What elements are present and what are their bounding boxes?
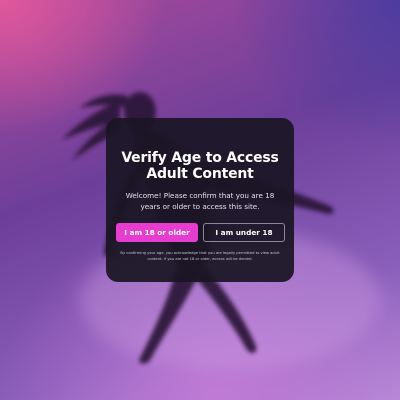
modal-title: Verify Age to Access Adult Content: [121, 150, 279, 182]
confirm-age-button[interactable]: I am 18 or older: [116, 223, 198, 242]
legal-disclaimer: By confirming your age, you acknowledge …: [120, 251, 280, 261]
modal-subtitle: Welcome! Please confirm that you are 18 …: [125, 191, 275, 211]
age-verification-modal: Verify Age to Access Adult Content Welco…: [106, 118, 294, 282]
deny-age-button[interactable]: I am under 18: [203, 223, 285, 242]
modal-actions: I am 18 or older I am under 18: [114, 223, 286, 242]
